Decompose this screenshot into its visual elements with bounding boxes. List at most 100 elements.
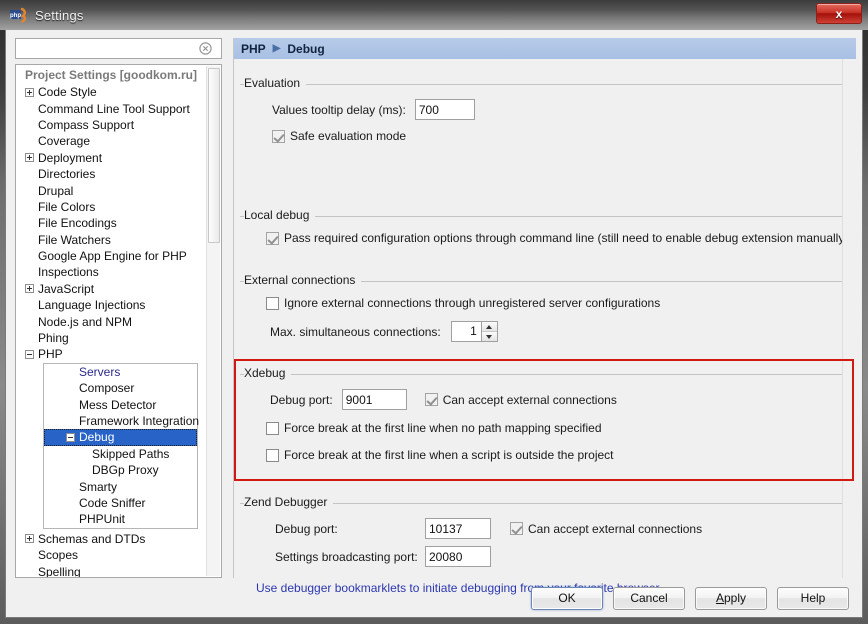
sidebar-item-label: Spelling [38, 565, 81, 577]
sidebar-item-php[interactable]: PHP [16, 346, 207, 362]
sidebar-scrollbar-thumb[interactable] [208, 68, 220, 243]
apply-button[interactable]: Apply [695, 587, 767, 610]
sidebar-item-node-js-and-npm[interactable]: Node.js and NPM [16, 313, 207, 329]
xdebug-debug-port-input[interactable] [342, 389, 407, 410]
sidebar-item-inspections[interactable]: Inspections [16, 264, 207, 280]
search-box[interactable] [15, 38, 222, 59]
breadcrumb-root[interactable]: PHP [241, 42, 266, 56]
sidebar-item-debug[interactable]: Debug [44, 429, 197, 445]
sidebar-item-code-sniffer[interactable]: Code Sniffer [44, 495, 197, 511]
collapse-icon[interactable] [66, 433, 75, 442]
sidebar-item-label: DBGp Proxy [92, 463, 159, 477]
safe-evaluation-mode-row[interactable]: Safe evaluation mode [272, 129, 406, 143]
sidebar-item-composer[interactable]: Composer [44, 380, 197, 396]
sidebar-item-file-watchers[interactable]: File Watchers [16, 232, 207, 248]
breadcrumb: PHP ▶ Debug [234, 38, 856, 59]
sidebar-item-label: Inspections [38, 265, 99, 279]
tree-top-items: Code StyleCommand Line Tool SupportCompa… [16, 84, 207, 363]
settings-content: Evaluation Values tooltip delay (ms): Sa… [234, 59, 856, 578]
zend-broadcast-port-input[interactable] [425, 546, 491, 567]
evaluation-group: Evaluation Values tooltip delay (ms): Sa… [240, 77, 848, 145]
close-icon[interactable]: x [816, 3, 862, 24]
sidebar-item-label: Mess Detector [79, 398, 156, 412]
pass-config-options-label: Pass required configuration options thro… [284, 231, 848, 245]
zend-broadcast-port-label: Settings broadcasting port: [275, 550, 425, 564]
search-input[interactable] [19, 40, 197, 57]
xdebug-debug-port-row: Debug port: Can accept external connecti… [270, 389, 617, 410]
sidebar-scrollbar[interactable] [206, 66, 220, 576]
sidebar-item-compass-support[interactable]: Compass Support [16, 117, 207, 133]
sidebar-item-scopes[interactable]: Scopes [16, 547, 207, 563]
zend-debug-port-row: Debug port: Can accept external connecti… [275, 518, 702, 539]
pass-config-options-checkbox[interactable] [266, 232, 279, 245]
content-scrollbar[interactable] [842, 59, 855, 578]
local-debug-group: Local debug Pass required configuration … [240, 209, 848, 255]
expand-icon[interactable] [25, 153, 34, 162]
spin-up-icon[interactable] [482, 322, 497, 332]
tree-scroll-content: Project Settings [goodkom.ru] Code Style… [16, 65, 207, 577]
sidebar-item-spelling[interactable]: Spelling [16, 563, 207, 577]
sidebar-item-label: Servers [79, 365, 120, 379]
settings-tree[interactable]: Project Settings [goodkom.ru] Code Style… [15, 64, 222, 578]
xdebug-group-title: Xdebug [244, 366, 291, 380]
expand-icon[interactable] [25, 88, 34, 97]
spin-down-icon[interactable] [482, 332, 497, 341]
max-connections-spin-buttons[interactable] [482, 321, 498, 342]
sidebar-item-framework-integration[interactable]: Framework Integration [44, 413, 197, 429]
svg-text:php: php [10, 13, 21, 19]
sidebar-item-directories[interactable]: Directories [16, 166, 207, 182]
sidebar-item-label: Schemas and DTDs [38, 532, 145, 546]
sidebar-item-phing[interactable]: Phing [16, 330, 207, 346]
xdebug-force-break-outside-label: Force break at the first line when a scr… [284, 448, 614, 462]
sidebar-item-javascript[interactable]: JavaScript [16, 281, 207, 297]
sidebar-item-dbgp-proxy[interactable]: DBGp Proxy [44, 462, 197, 478]
sidebar-item-drupal[interactable]: Drupal [16, 182, 207, 198]
sidebar-item-label: File Encodings [38, 216, 117, 230]
xdebug-accept-external-row[interactable]: Can accept external connections [425, 393, 617, 407]
sidebar-item-skipped-paths[interactable]: Skipped Paths [44, 446, 197, 462]
sidebar-item-label: Language Injections [38, 298, 145, 312]
sidebar-item-google-app-engine-for-php[interactable]: Google App Engine for PHP [16, 248, 207, 264]
zend-accept-external-row[interactable]: Can accept external connections [510, 522, 702, 536]
sidebar-item-file-encodings[interactable]: File Encodings [16, 215, 207, 231]
max-connections-value[interactable]: 1 [451, 321, 482, 342]
clear-circle-icon[interactable] [199, 42, 212, 55]
sidebar-item-label: Code Style [38, 85, 97, 99]
xdebug-debug-port-label: Debug port: [270, 393, 333, 407]
zend-debug-port-input[interactable] [425, 518, 491, 539]
sidebar-item-phpunit[interactable]: PHPUnit [44, 511, 197, 527]
sidebar-item-label: Google App Engine for PHP [38, 249, 187, 263]
cancel-button[interactable]: Cancel [613, 587, 685, 610]
xdebug-accept-external-checkbox[interactable] [425, 393, 438, 406]
tree-header: Project Settings [goodkom.ru] [16, 65, 207, 84]
ignore-external-connections-checkbox[interactable] [266, 297, 279, 310]
collapse-icon[interactable] [25, 350, 34, 359]
sidebar-item-label: Code Sniffer [79, 496, 146, 510]
pass-config-options-row[interactable]: Pass required configuration options thro… [266, 231, 848, 245]
xdebug-force-break-nomap-row[interactable]: Force break at the first line when no pa… [266, 421, 602, 435]
ok-button[interactable]: OK [531, 587, 603, 610]
tooltip-delay-input[interactable] [415, 99, 475, 120]
sidebar-item-coverage[interactable]: Coverage [16, 133, 207, 149]
sidebar-item-command-line-tool-support[interactable]: Command Line Tool Support [16, 100, 207, 116]
sidebar-item-deployment[interactable]: Deployment [16, 150, 207, 166]
help-button[interactable]: Help [777, 587, 849, 610]
expand-icon[interactable] [25, 284, 34, 293]
sidebar-item-file-colors[interactable]: File Colors [16, 199, 207, 215]
evaluation-group-title: Evaluation [244, 76, 306, 90]
sidebar-item-code-style[interactable]: Code Style [16, 84, 207, 100]
expand-icon[interactable] [25, 534, 34, 543]
sidebar-item-label: JavaScript [38, 282, 94, 296]
sidebar-item-smarty[interactable]: Smarty [44, 478, 197, 494]
xdebug-force-break-outside-row[interactable]: Force break at the first line when a scr… [266, 448, 614, 462]
zend-accept-external-checkbox[interactable] [510, 522, 523, 535]
sidebar-item-language-injections[interactable]: Language Injections [16, 297, 207, 313]
sidebar-item-schemas-and-dtds[interactable]: Schemas and DTDs [16, 531, 207, 547]
xdebug-force-break-outside-checkbox[interactable] [266, 449, 279, 462]
ignore-external-connections-row[interactable]: Ignore external connections through unre… [266, 296, 660, 310]
safe-evaluation-mode-checkbox[interactable] [272, 130, 285, 143]
sidebar-item-servers[interactable]: Servers [44, 364, 197, 380]
max-connections-stepper[interactable]: 1 [451, 321, 498, 342]
sidebar-item-mess-detector[interactable]: Mess Detector [44, 396, 197, 412]
xdebug-force-break-nomap-checkbox[interactable] [266, 422, 279, 435]
